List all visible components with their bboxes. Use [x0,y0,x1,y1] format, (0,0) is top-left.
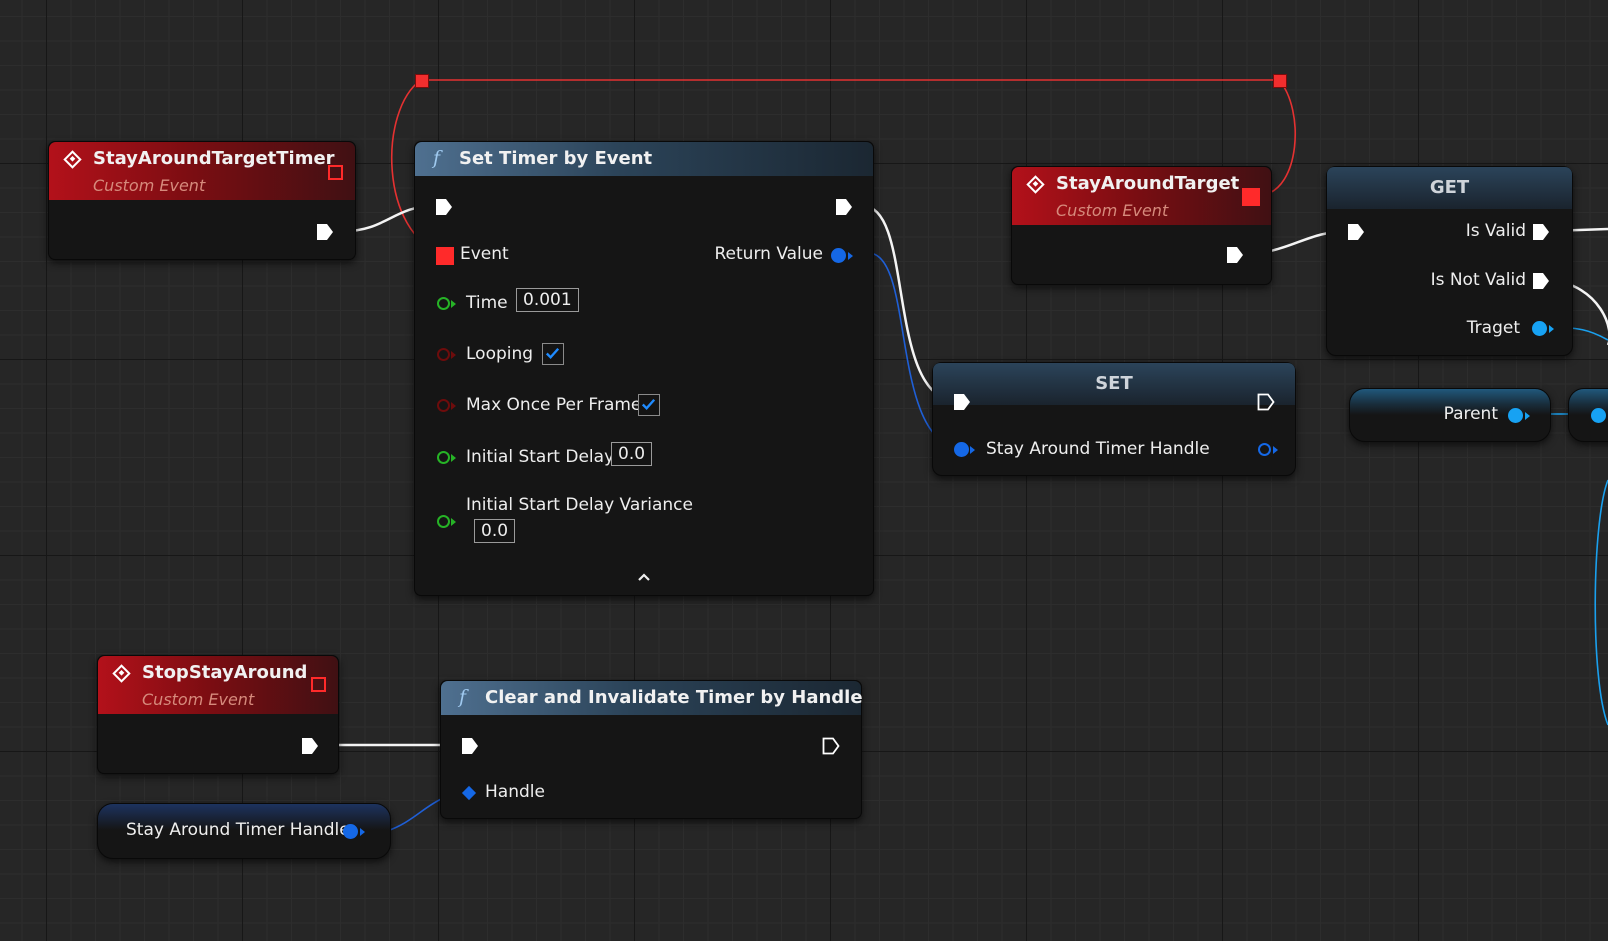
function-node-clear-invalidate-timer[interactable]: f Clear and Invalidate Timer by Handle H… [440,680,863,819]
function-icon: f [459,686,467,708]
pin-arrow-icon [1549,325,1554,333]
return-value-pin[interactable] [831,248,846,263]
checkmark-icon [545,347,560,360]
function-node-set-timer-by-event[interactable]: f Set Timer by Event Event Return Value … [414,141,874,596]
validated-get-node[interactable]: GET Is Valid Is Not Valid Traget [1326,166,1573,356]
initial-start-delay-input-pin[interactable] [437,451,450,464]
exec-output-pin[interactable] [316,223,334,241]
is-valid-exec-pin[interactable] [1532,223,1550,241]
exec-output-pin[interactable] [835,198,853,216]
handle-input-pin[interactable] [461,785,477,801]
variable-label: Stay Around Timer Handle [126,820,350,840]
max-once-per-frame-input-pin[interactable] [437,399,450,412]
max-once-per-frame-checkbox[interactable] [638,394,660,416]
looping-label: Looping [466,344,534,364]
initial-start-delay-variance-label: Initial Start Delay Variance [466,495,693,515]
node-subtitle: Custom Event [142,690,255,709]
target-output-pin[interactable] [1532,321,1547,336]
exec-output-pin[interactable] [301,737,319,755]
object-input-pin[interactable] [1591,408,1606,423]
looping-input-pin[interactable] [437,348,450,361]
delegate-output-pin[interactable] [1242,188,1260,206]
looping-checkbox[interactable] [542,343,564,365]
pin-arrow-icon [451,300,456,308]
initial-start-delay-variance-input[interactable]: 0.0 [474,519,516,543]
exec-input-pin[interactable] [953,393,971,411]
checkmark-icon [641,398,656,411]
parent-variable-node[interactable]: Parent [1349,388,1551,442]
exec-input-pin[interactable] [461,737,479,755]
node-title: StopStayAround [142,662,308,683]
variable-label: Stay Around Timer Handle [986,439,1210,459]
delegate-output-pin[interactable] [311,677,326,692]
pin-arrow-icon [970,446,975,454]
parent-label: Parent [1443,404,1498,424]
parent-output-pin[interactable] [1508,408,1523,423]
handle-label: Handle [485,782,545,802]
custom-event-node-stay-around-target[interactable]: StayAroundTarget Custom Event [1011,166,1272,285]
exec-input-pin[interactable] [1347,223,1365,241]
pin-arrow-icon [360,828,365,836]
node-subtitle: Custom Event [1056,201,1169,220]
pin-arrow-icon [451,454,456,462]
exec-input-pin[interactable] [435,198,453,216]
reroute-knot[interactable] [1273,74,1287,88]
node-title: SET [1095,373,1133,394]
node-title: StayAroundTarget [1056,173,1240,194]
custom-event-node-stop-stay-around[interactable]: StopStayAround Custom Event [97,655,339,774]
is-not-valid-exec-pin[interactable] [1532,272,1550,290]
reroute-knot[interactable] [415,74,429,88]
offscreen-node[interactable] [1568,388,1608,442]
exec-output-pin[interactable] [1226,246,1244,264]
max-once-per-frame-label: Max Once Per Frame [466,395,642,415]
delegate-output-pin[interactable] [328,165,343,180]
return-value-label: Return Value [714,244,824,264]
object-wire [1594,479,1608,726]
pin-arrow-icon [451,402,456,410]
is-valid-label: Is Valid [1465,221,1526,241]
collapse-chevron-icon[interactable] [636,571,652,583]
time-label: Time [466,293,508,313]
time-input-pin[interactable] [437,297,450,310]
initial-start-delay-label: Initial Start Delay [466,447,615,467]
delegate-input-pin[interactable] [436,247,454,265]
node-title: Set Timer by Event [459,148,653,169]
set-variable-node[interactable]: SET Stay Around Timer Handle [932,362,1296,476]
event-pin-label: Event [460,244,509,264]
node-title: StayAroundTargetTimer [93,148,335,169]
exec-output-pin[interactable] [822,737,840,755]
initial-start-delay-variance-input-pin[interactable] [437,515,450,528]
exec-output-pin[interactable] [1257,393,1275,411]
pin-arrow-icon [451,518,456,526]
time-input[interactable]: 0.001 [516,288,579,312]
is-not-valid-label: Is Not Valid [1430,270,1526,290]
pin-arrow-icon [451,351,456,359]
timer-handle-input-pin[interactable] [954,442,969,457]
node-title: Clear and Invalidate Timer by Handle [485,687,863,708]
function-icon: f [433,147,441,169]
timer-handle-output-pin[interactable] [1258,443,1271,456]
target-label: Traget [1466,318,1520,338]
pin-arrow-icon [848,252,853,260]
timer-handle-variable-node[interactable]: Stay Around Timer Handle [97,803,391,859]
node-subtitle: Custom Event [93,176,206,195]
pin-arrow-icon [1273,446,1278,454]
custom-event-node-stay-around-target-timer[interactable]: StayAroundTargetTimer Custom Event [48,141,356,260]
timer-handle-output-pin[interactable] [343,824,358,839]
initial-start-delay-input[interactable]: 0.0 [611,442,653,466]
node-title: GET [1429,177,1470,198]
pin-arrow-icon [1525,412,1530,420]
